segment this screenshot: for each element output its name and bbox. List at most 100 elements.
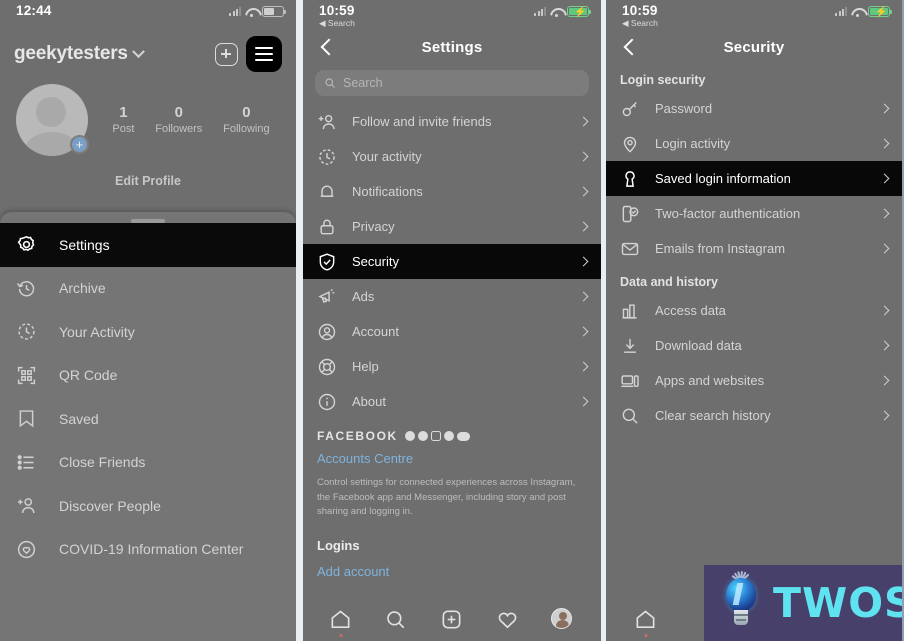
chevron-right-icon: [879, 208, 890, 219]
settings-row-ads[interactable]: Ads: [303, 279, 601, 314]
avatar[interactable]: +: [16, 84, 89, 156]
chevron-right-icon: [578, 396, 589, 407]
tab-activity[interactable]: [496, 608, 520, 632]
signal-icon: [835, 7, 847, 16]
tab-add-post[interactable]: [440, 608, 464, 632]
edit-profile-button[interactable]: Edit Profile: [16, 174, 280, 200]
settings-row-label: Privacy: [352, 219, 395, 234]
facebook-icon: [404, 431, 415, 441]
home-icon: [331, 610, 350, 628]
search-icon: [325, 78, 335, 88]
menu-item-label: COVID-19 Information Center: [59, 541, 244, 558]
add-person-icon: [16, 495, 37, 516]
settings-row-privacy[interactable]: Privacy: [303, 209, 601, 244]
security-row-label: Two-factor authentication: [655, 206, 801, 221]
menu-item-label: Discover People: [59, 497, 161, 514]
stat-label: Followers: [155, 123, 203, 135]
settings-row-about[interactable]: About: [303, 384, 601, 419]
security-row-emails-from-instagram[interactable]: Emails from Instagram: [606, 231, 902, 266]
charging-bolt-icon: ⚡: [875, 7, 888, 18]
security-row-login-activity[interactable]: Login activity: [606, 126, 902, 161]
facebook-label: FACEBOOK: [317, 429, 398, 443]
activity-clock-icon: [317, 147, 337, 167]
bell-icon: [317, 182, 337, 202]
phone-panel-profile: 12:44 geekytesters + 1 Post 0 Followers …: [0, 0, 296, 641]
hamburger-menu-button[interactable]: [246, 36, 282, 72]
chevron-right-icon: [879, 103, 890, 114]
settings-row-label: Security: [352, 254, 399, 269]
tab-bar-settings: [303, 599, 601, 641]
tab-search[interactable]: [384, 608, 408, 632]
security-row-access-data[interactable]: Access data: [606, 293, 902, 328]
security-row-two-factor-authentication[interactable]: Two-factor authentication: [606, 196, 902, 231]
chevron-right-icon: [879, 305, 890, 316]
add-account-link[interactable]: Add account: [303, 553, 601, 579]
settings-row-notifications[interactable]: Notifications: [303, 174, 601, 209]
menu-item-archive[interactable]: Archive: [0, 267, 296, 311]
activity-clock-icon: [16, 321, 37, 342]
shield-check-icon: [317, 252, 337, 272]
security-row-download-data[interactable]: Download data: [606, 328, 902, 363]
signal-icon: [534, 7, 546, 16]
tab-home[interactable]: [329, 608, 353, 637]
battery-charging-icon: ⚡: [868, 6, 893, 18]
facebook-description: Control settings for connected experienc…: [317, 477, 576, 517]
settings-row-label: Account: [352, 324, 399, 339]
menu-item-qr-code[interactable]: QR Code: [0, 354, 296, 398]
status-bar-1: 12:44: [0, 0, 296, 30]
security-row-saved-login-information[interactable]: Saved login information: [606, 161, 902, 196]
username-dropdown[interactable]: geekytesters: [14, 43, 145, 65]
security-row-label: Saved login information: [655, 171, 791, 186]
menu-item-label: Saved: [59, 410, 99, 427]
tab-profile[interactable]: [551, 608, 575, 632]
menu-item-saved[interactable]: Saved: [0, 397, 296, 441]
menu-item-settings[interactable]: Settings: [0, 223, 296, 267]
settings-row-account[interactable]: Account: [303, 314, 601, 349]
bookmark-icon: [16, 408, 37, 429]
nav-bar-settings: Settings: [303, 30, 601, 64]
add-new-icon[interactable]: [215, 42, 238, 66]
profile-header-actions: [215, 36, 282, 72]
profile-avatar: [551, 608, 573, 629]
search-placeholder: Search: [343, 76, 383, 90]
chevron-right-icon: [879, 173, 890, 184]
security-row-clear-search-history[interactable]: Clear search history: [606, 398, 902, 433]
lock-icon: [317, 217, 337, 237]
stat-following[interactable]: 0 Following: [223, 103, 269, 137]
phone-panel-security: 10:59 ◀ Search ⚡ Security Login security: [606, 0, 902, 641]
settings-row-security[interactable]: Security: [303, 244, 601, 279]
security-row-label: Login activity: [655, 136, 731, 151]
download-icon: [620, 336, 640, 356]
menu-item-label: Settings: [59, 236, 110, 253]
status-time: 12:44: [16, 3, 52, 18]
stat-value: 0: [242, 104, 251, 121]
settings-row-label: Ads: [352, 289, 375, 304]
accounts-centre-link[interactable]: Accounts Centre: [317, 451, 587, 466]
settings-row-label: Follow and invite friends: [352, 114, 492, 129]
menu-sheet: Settings Archive Your Activity QR Code S…: [0, 212, 296, 641]
menu-item-close-friends[interactable]: Close Friends: [0, 441, 296, 485]
menu-item-covid-information-center[interactable]: COVID-19 Information Center: [0, 528, 296, 572]
stat-followers[interactable]: 0 Followers: [155, 103, 202, 137]
settings-row-follow-and-invite-friends[interactable]: Follow and invite friends: [303, 104, 601, 139]
security-row-password[interactable]: Password: [606, 91, 902, 126]
chevron-right-icon: [578, 326, 589, 337]
settings-row-help[interactable]: Help: [303, 349, 601, 384]
search-input[interactable]: Search: [315, 70, 589, 96]
chevron-right-icon: [879, 375, 890, 386]
archive-clock-icon: [16, 278, 37, 299]
stat-label: Following: [223, 123, 270, 135]
menu-item-discover-people[interactable]: Discover People: [0, 484, 296, 528]
tab-home[interactable]: [634, 608, 658, 637]
status-time: 10:59: [622, 3, 658, 18]
status-back-to-search[interactable]: ◀ Search: [622, 18, 658, 28]
chevron-right-icon: [879, 410, 890, 421]
menu-item-your-activity[interactable]: Your Activity: [0, 310, 296, 354]
settings-row-your-activity[interactable]: Your activity: [303, 139, 601, 174]
security-row-apps-and-websites[interactable]: Apps and websites: [606, 363, 902, 398]
add-story-icon[interactable]: +: [70, 135, 89, 154]
status-back-to-search[interactable]: ◀ Search: [319, 18, 355, 28]
chevron-down-icon: [131, 44, 145, 58]
stat-posts[interactable]: 1 Post: [112, 103, 134, 137]
menu-item-label: Close Friends: [59, 454, 146, 471]
